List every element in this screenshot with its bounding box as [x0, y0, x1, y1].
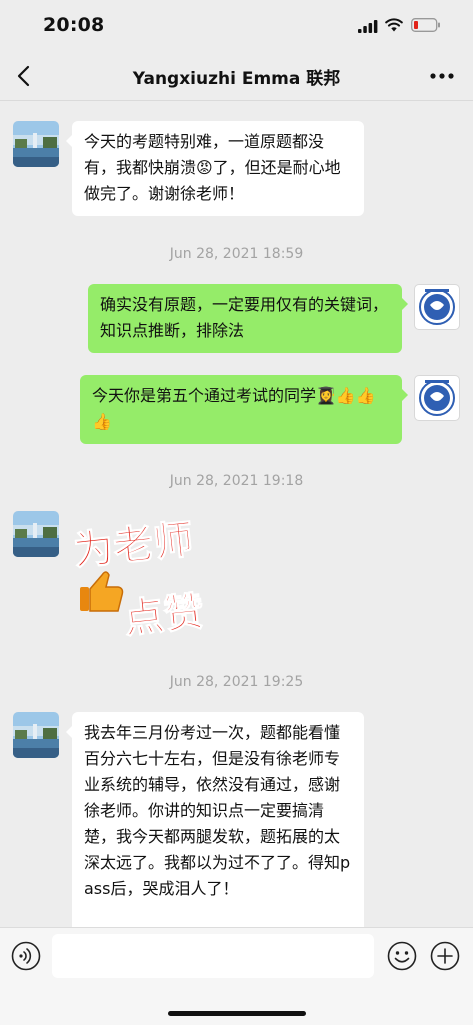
- emoji-icon[interactable]: [387, 941, 417, 971]
- sticker-message[interactable]: 为老师 点赞: [72, 511, 212, 641]
- thumbs-up-icon: [80, 571, 124, 612]
- voice-icon[interactable]: [11, 941, 41, 971]
- message-timestamp: Jun 28, 2021 19:25: [169, 674, 304, 690]
- status-time: 20:08: [43, 14, 105, 36]
- chat-area[interactable]: 今天的考题特别难，一道原题都没有，我都快崩溃😡了，但还是耐心地做完了。谢谢徐老师…: [0, 101, 473, 927]
- message-input[interactable]: [52, 934, 374, 978]
- contact-avatar[interactable]: [13, 121, 59, 167]
- message-bubble[interactable]: 我去年三月份考过一次，题都能看懂百分六七十左右，但是没有徐老师专业系统的辅导，依…: [66, 712, 364, 927]
- message-bubble[interactable]: 确实没有原题，一定要用仅有的关键词，知识点推断，排除法: [88, 284, 408, 353]
- message-bubble[interactable]: 今天你是第五个通过考试的同学👩‍🎓👍👍👍: [80, 375, 408, 444]
- message-timestamp: Jun 28, 2021 19:18: [169, 473, 304, 489]
- signal-icon: [358, 20, 378, 33]
- battery-icon: [411, 18, 440, 32]
- input-bar: [0, 927, 473, 1025]
- wifi-icon: [385, 18, 403, 32]
- chat-title: Yangxiuzhi Emma 联邦: [132, 69, 341, 89]
- status-bar: 20:08: [0, 0, 473, 52]
- chat-header: Yangxiuzhi Emma 联邦: [0, 52, 473, 101]
- self-avatar[interactable]: [414, 375, 460, 421]
- sticker-text-line2: 点赞: [122, 588, 206, 641]
- chevron-left-icon[interactable]: [14, 64, 36, 88]
- contact-avatar[interactable]: [13, 712, 59, 758]
- message-timestamp: Jun 28, 2021 18:59: [169, 246, 304, 262]
- home-indicator: [168, 1011, 306, 1016]
- sticker-text-line1: 为老师: [72, 516, 196, 575]
- plus-icon[interactable]: [430, 941, 460, 971]
- self-avatar[interactable]: [414, 284, 460, 330]
- more-dots-icon[interactable]: [428, 66, 456, 86]
- contact-avatar[interactable]: [13, 511, 59, 557]
- message-bubble[interactable]: 今天的考题特别难，一道原题都没有，我都快崩溃😡了，但还是耐心地做完了。谢谢徐老师…: [66, 121, 364, 216]
